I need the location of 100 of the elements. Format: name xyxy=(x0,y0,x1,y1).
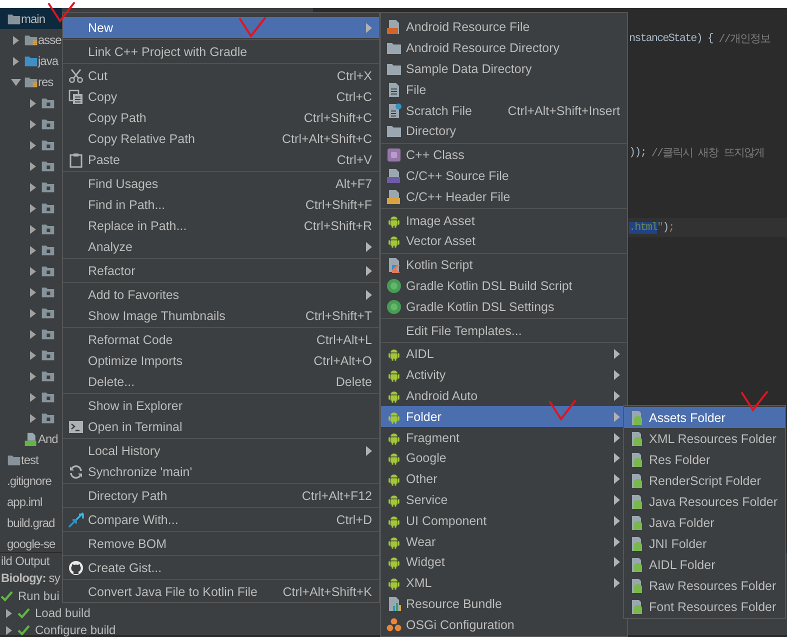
expand-arrow-icon[interactable] xyxy=(28,266,38,276)
expand-arrow-icon[interactable] xyxy=(28,140,38,150)
menu-item[interactable]: Copy Relative Path Ctrl+Alt+Shift+C xyxy=(63,128,379,149)
build-tree-item[interactable]: Load build xyxy=(0,604,90,621)
menu-item[interactable]: C/C++ Header File xyxy=(381,186,627,208)
menu-item[interactable]: Convert Java File to Kotlin File Ctrl+Alt+Shift+K xyxy=(63,581,379,602)
tree-item[interactable]: build.grad xyxy=(0,512,62,533)
expand-arrow-icon[interactable] xyxy=(28,370,38,380)
tree-item[interactable]: .gitignore xyxy=(0,470,62,491)
menu-item[interactable]: JNI Folder xyxy=(624,533,785,554)
tree-item[interactable]: test xyxy=(0,449,62,470)
menu-item[interactable]: Kotlin Script xyxy=(381,254,627,276)
menu-item[interactable]: Scratch File Ctrl+Alt+Shift+Insert xyxy=(381,100,627,121)
expand-arrow-icon[interactable] xyxy=(10,34,20,44)
menu-item[interactable]: Other xyxy=(381,468,627,490)
expand-arrow-icon[interactable] xyxy=(28,308,38,318)
gradle-icon xyxy=(386,278,402,294)
menu-item[interactable]: XML xyxy=(381,572,627,594)
menu-item[interactable]: Compare With... Ctrl+D xyxy=(63,509,379,530)
tree-item[interactable]: google-se xyxy=(0,533,62,552)
menu-item[interactable]: Android Resource File xyxy=(381,17,627,38)
menu-item[interactable]: Activity xyxy=(381,364,627,386)
menu-item[interactable]: UI Component xyxy=(381,510,627,532)
menu-item[interactable]: XML Resources Folder xyxy=(624,428,785,449)
expand-arrow-icon[interactable] xyxy=(28,224,38,234)
expand-arrow-icon[interactable] xyxy=(28,286,38,296)
menu-item[interactable]: New xyxy=(63,17,379,38)
menu-item[interactable]: Copy Path Ctrl+Shift+C xyxy=(63,107,379,128)
menu-item[interactable]: Google xyxy=(381,448,627,469)
menu-item[interactable]: Edit File Templates... xyxy=(381,320,627,341)
expand-arrow-icon[interactable] xyxy=(28,244,38,254)
menu-item[interactable]: Android Auto xyxy=(381,386,627,406)
menu-item[interactable]: Widget xyxy=(381,552,627,573)
menu-item[interactable]: Fragment xyxy=(381,427,627,448)
menu-item[interactable]: Add to Favorites xyxy=(63,284,379,305)
folder-icon xyxy=(41,222,55,236)
menu-item[interactable]: Vector Asset xyxy=(381,230,627,252)
tree-item[interactable]: java xyxy=(0,50,62,71)
menu-item[interactable]: Java Resources Folder xyxy=(624,491,785,512)
expand-arrow-icon[interactable] xyxy=(28,118,38,128)
menu-item[interactable]: Refactor xyxy=(63,260,379,281)
menu-item[interactable]: Res Folder xyxy=(624,449,785,470)
expand-arrow-icon[interactable] xyxy=(28,160,38,170)
expand-arrow-icon[interactable] xyxy=(28,182,38,192)
menu-item[interactable]: Cut Ctrl+X xyxy=(63,65,379,86)
build-tree-item[interactable]: Configure build xyxy=(0,621,116,637)
tree-item[interactable]: And xyxy=(0,428,62,449)
expand-arrow-icon[interactable] xyxy=(28,328,38,338)
menu-item[interactable]: Delete... Delete xyxy=(63,371,379,392)
menu-item[interactable]: Sample Data Directory xyxy=(381,58,627,80)
build-tree-item[interactable]: Run bui xyxy=(0,587,60,604)
menu-item[interactable]: Java Folder xyxy=(624,512,785,533)
menu-item[interactable]: File xyxy=(381,79,627,100)
menu-item[interactable]: Directory Path Ctrl+Alt+F12 xyxy=(63,485,379,506)
menu-item[interactable]: Open in Terminal xyxy=(63,416,379,437)
menu-item[interactable]: Create Gist... xyxy=(63,557,379,578)
expand-arrow-icon[interactable] xyxy=(4,624,14,634)
menu-item[interactable]: Analyze xyxy=(63,236,379,257)
expand-arrow-icon[interactable] xyxy=(28,350,38,360)
tree-item[interactable]: main xyxy=(0,8,62,29)
menu-item[interactable]: AIDL xyxy=(381,344,627,365)
menu-item[interactable]: C++ Class xyxy=(381,144,627,166)
menu-item[interactable]: Resource Bundle xyxy=(381,594,627,614)
menu-item[interactable]: AIDL Folder xyxy=(624,554,785,575)
menu-item[interactable]: Show Image Thumbnails Ctrl+Shift+T xyxy=(63,305,379,326)
menu-item[interactable]: Remove BOM xyxy=(63,533,379,554)
menu-item[interactable]: Optimize Imports Ctrl+Alt+O xyxy=(63,350,379,371)
expand-arrow-icon[interactable] xyxy=(10,56,20,66)
expand-arrow-icon[interactable] xyxy=(28,412,38,422)
menu-item[interactable]: Gradle Kotlin DSL Build Script xyxy=(381,276,627,296)
expand-arrow-icon[interactable] xyxy=(28,392,38,402)
tree-item[interactable]: app.iml xyxy=(0,491,62,512)
menu-item[interactable]: Link C++ Project with Gradle xyxy=(63,41,379,62)
tree-item[interactable]: asse xyxy=(0,29,62,50)
menu-item[interactable]: Android Resource Directory xyxy=(381,38,627,59)
menu-item[interactable]: Raw Resources Folder xyxy=(624,575,785,596)
menu-item[interactable]: Directory xyxy=(381,120,627,142)
menu-item[interactable]: Service xyxy=(381,490,627,510)
menu-item[interactable]: Show in Explorer xyxy=(63,395,379,416)
expand-arrow-icon[interactable] xyxy=(28,98,38,108)
menu-item[interactable]: Find Usages Alt+F7 xyxy=(63,173,379,194)
menu-item[interactable]: RenderScript Folder xyxy=(624,470,785,491)
menu-item[interactable]: Local History xyxy=(63,440,379,461)
menu-item[interactable]: OSGi Configuration xyxy=(381,614,627,636)
menu-item[interactable]: Image Asset xyxy=(381,210,627,231)
expand-arrow-icon[interactable] xyxy=(28,202,38,212)
collapse-arrow-icon[interactable] xyxy=(10,76,20,86)
menu-item[interactable]: Find in Path... Ctrl+Shift+F xyxy=(63,194,379,215)
menu-item[interactable]: Paste Ctrl+V xyxy=(63,149,379,170)
menu-item[interactable]: Font Resources Folder xyxy=(624,596,785,617)
menu-item[interactable]: Synchronize 'main' xyxy=(63,461,379,482)
menu-item[interactable]: C/C++ Source File xyxy=(381,166,627,186)
expand-arrow-icon[interactable] xyxy=(4,608,14,618)
menu-item[interactable]: Wear xyxy=(381,531,627,552)
menu-item[interactable]: Gradle Kotlin DSL Settings xyxy=(381,296,627,318)
menu-item[interactable]: Copy Ctrl+C xyxy=(63,86,379,107)
menu-item[interactable]: Replace in Path... Ctrl+Shift+R xyxy=(63,215,379,236)
menu-item[interactable]: Assets Folder xyxy=(624,407,785,428)
menu-item[interactable]: Reformat Code Ctrl+Alt+L xyxy=(63,329,379,350)
tree-item[interactable]: res xyxy=(0,71,62,92)
